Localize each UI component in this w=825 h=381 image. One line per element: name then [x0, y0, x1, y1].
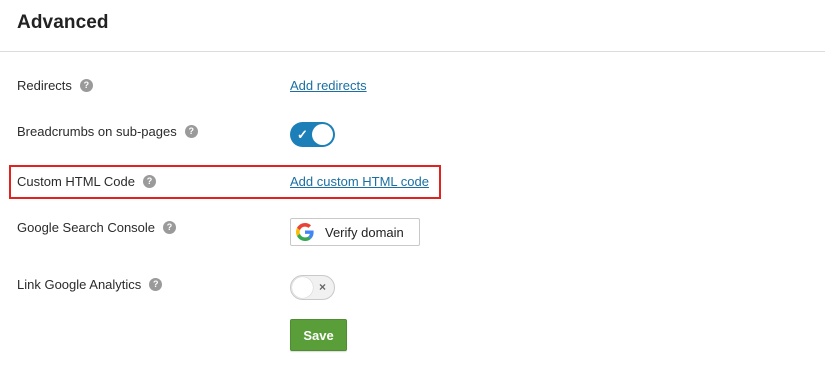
search-console-row-label: Google Search Console ? — [17, 220, 177, 235]
breadcrumbs-row-label: Breadcrumbs on sub-pages ? — [17, 124, 198, 139]
advanced-settings-panel: Advanced Redirects ? Add redirects Bread… — [0, 0, 825, 381]
breadcrumbs-toggle[interactable]: ✓ — [290, 122, 335, 147]
toggle-knob — [312, 124, 333, 145]
breadcrumbs-label: Breadcrumbs on sub-pages — [17, 124, 177, 139]
analytics-row-label: Link Google Analytics ? — [17, 277, 163, 292]
custom-html-label: Custom HTML Code — [17, 174, 135, 189]
redirects-label: Redirects — [17, 78, 72, 93]
verify-domain-button[interactable]: Verify domain — [290, 218, 420, 246]
verify-domain-label: Verify domain — [325, 224, 404, 240]
add-redirects-link[interactable]: Add redirects — [290, 78, 367, 93]
add-custom-html-link[interactable]: Add custom HTML code — [290, 174, 429, 189]
help-icon[interactable]: ? — [79, 79, 93, 92]
save-button[interactable]: Save — [290, 319, 347, 351]
analytics-toggle[interactable]: × — [290, 275, 335, 300]
help-icon[interactable]: ? — [149, 278, 163, 291]
help-icon[interactable]: ? — [163, 221, 177, 234]
analytics-label: Link Google Analytics — [17, 277, 142, 292]
checkmark-icon: ✓ — [297, 127, 308, 142]
help-icon[interactable]: ? — [143, 175, 156, 188]
close-icon: × — [318, 280, 326, 294]
help-icon[interactable]: ? — [184, 125, 198, 138]
page-title: Advanced — [17, 12, 109, 33]
redirects-row-label: Redirects ? — [17, 78, 93, 93]
custom-html-row-label: Custom HTML Code ? — [17, 174, 156, 189]
panel-header: Advanced — [0, 0, 825, 52]
search-console-label: Google Search Console — [17, 220, 156, 235]
google-g-icon — [295, 222, 315, 242]
toggle-knob — [292, 277, 313, 298]
